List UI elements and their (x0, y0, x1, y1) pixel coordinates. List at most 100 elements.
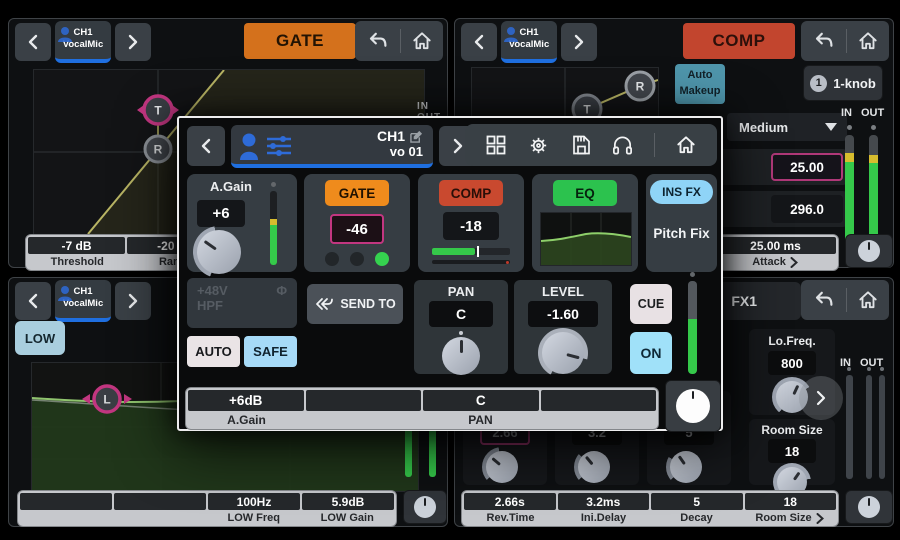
home-icon[interactable] (857, 30, 879, 52)
dropdown-caret-icon (825, 123, 837, 131)
footer-label (114, 510, 208, 526)
prev-channel-button[interactable] (15, 282, 51, 320)
comp-title-button[interactable]: COMP (683, 23, 795, 59)
grid-view-icon[interactable] (485, 134, 507, 156)
footer-cell[interactable] (20, 493, 112, 510)
level-knob[interactable] (542, 332, 584, 374)
assign-knob-button[interactable] (845, 490, 893, 524)
footer-cell[interactable]: 25.00 ms (715, 237, 836, 254)
pan-value-box[interactable]: C (429, 301, 493, 327)
comp-type-select[interactable]: Medium (727, 113, 847, 141)
comp-toggle-button[interactable]: COMP (439, 180, 503, 206)
again-knob[interactable] (197, 230, 241, 274)
insert-fx-tile: INS FX Pitch Fix (646, 174, 717, 272)
next-channel-button[interactable] (561, 23, 597, 61)
footer-label: Attack (714, 254, 836, 270)
assign-knob-button[interactable] (403, 490, 447, 524)
low-band-button[interactable]: LOW (15, 321, 65, 355)
gear-icon[interactable] (527, 134, 550, 157)
knob-icon (676, 389, 710, 423)
gate-led-off (325, 252, 339, 266)
again-value-box[interactable]: +6 (197, 200, 245, 227)
undo-icon[interactable] (811, 289, 835, 311)
prev-channel-button[interactable] (187, 126, 225, 166)
home-icon[interactable] (411, 30, 433, 52)
footer-cell[interactable]: 100Hz (208, 493, 300, 510)
pan-knob[interactable] (442, 337, 480, 375)
gate-threshold-box[interactable]: -46 (330, 214, 384, 244)
auto-makeup-button[interactable]: Auto Makeup (675, 64, 725, 104)
prev-channel-button[interactable] (461, 23, 497, 61)
inidelay-knob[interactable] (578, 451, 610, 483)
safe-button[interactable]: SAFE (244, 336, 297, 367)
channel-person-icon (58, 285, 72, 301)
prev-channel-button[interactable] (15, 23, 51, 61)
channel-select-button[interactable]: CH1 VocalMic (55, 21, 111, 63)
divider (654, 133, 655, 157)
decay-knob[interactable] (670, 451, 702, 483)
meter-peak-dot (867, 367, 871, 371)
knob-icon (858, 496, 880, 518)
level-value-box[interactable]: -1.60 (528, 301, 598, 327)
gate-toggle-button[interactable]: GATE (325, 180, 389, 206)
footer-cell[interactable]: 5 (651, 493, 743, 510)
save-icon[interactable] (570, 134, 592, 156)
next-channel-button[interactable] (115, 282, 151, 320)
chevron-left-icon (27, 293, 39, 309)
revtime-knob[interactable] (486, 451, 518, 483)
lofreq-value-box[interactable]: 800 (768, 351, 816, 375)
next-page-button[interactable] (799, 376, 843, 420)
gate-led-on (375, 252, 389, 266)
range-handle-label: R (154, 143, 163, 157)
footer-cell[interactable]: 2.66s (464, 493, 556, 510)
eq-mini-graph[interactable] (540, 212, 632, 266)
auto-makeup-line1: Auto (675, 68, 725, 84)
headphones-icon[interactable] (611, 134, 634, 156)
channel-name-plate[interactable]: CH1 vo 01 (231, 125, 433, 168)
one-knob-label: 1-knob (833, 76, 876, 91)
pan-center-dot (459, 331, 463, 335)
gate-title-button[interactable]: GATE (244, 23, 356, 59)
footer-cell[interactable]: +6dB (188, 390, 304, 411)
chevron-right-icon (127, 34, 139, 50)
footer-label (305, 411, 422, 429)
send-to-button[interactable]: SEND TO (307, 284, 403, 324)
footer-cell[interactable]: 5.9dB (302, 493, 394, 510)
footer-cell[interactable]: -7 dB (28, 237, 125, 254)
footer-cell[interactable] (114, 493, 206, 510)
roomsize-value-box[interactable]: 18 (768, 439, 816, 463)
level-label: LEVEL (514, 284, 612, 299)
undo-icon[interactable] (365, 30, 389, 52)
next-channel-button[interactable] (115, 23, 151, 61)
channel-select-button[interactable]: CH1 VocalMic (55, 280, 111, 322)
comp-threshold-box[interactable]: -18 (443, 212, 499, 240)
home-icon[interactable] (675, 134, 697, 156)
footer-label (20, 510, 114, 526)
comp-tile: COMP -18 (418, 174, 524, 272)
assign-knob-button[interactable] (845, 234, 893, 268)
cue-button[interactable]: CUE (630, 284, 672, 324)
attack-value-box[interactable]: 25.00 (771, 153, 843, 181)
phantom-hpf-tile[interactable]: +48V Φ HPF (187, 278, 297, 328)
one-knob-button[interactable]: 1 1-knob (803, 65, 883, 101)
undo-icon[interactable] (811, 30, 835, 52)
assign-knob-button[interactable] (665, 380, 721, 432)
release-value-box[interactable]: 296.0 (771, 195, 843, 223)
footer-cell[interactable]: C (423, 390, 539, 411)
channel-select-button[interactable]: CH1 VocalMic (501, 21, 557, 63)
eq-toggle-button[interactable]: EQ (553, 180, 617, 206)
fx-in-meter (846, 375, 853, 479)
footer-label: Threshold (28, 254, 127, 270)
footer-cell[interactable] (541, 390, 657, 411)
gate-led-off (350, 252, 364, 266)
on-button[interactable]: ON (630, 332, 672, 374)
footer-cell[interactable]: 18 (745, 493, 837, 510)
footer-cell[interactable] (306, 390, 422, 411)
auto-button[interactable]: AUTO (187, 336, 240, 367)
comp-type-value: Medium (727, 120, 825, 135)
home-icon[interactable] (857, 289, 879, 311)
insfx-name[interactable]: Pitch Fix (646, 226, 717, 241)
insfx-toggle-button[interactable]: INS FX (650, 180, 713, 204)
footer-cell[interactable]: 3.2ms (558, 493, 650, 510)
footer-label: Room Size (743, 510, 836, 526)
